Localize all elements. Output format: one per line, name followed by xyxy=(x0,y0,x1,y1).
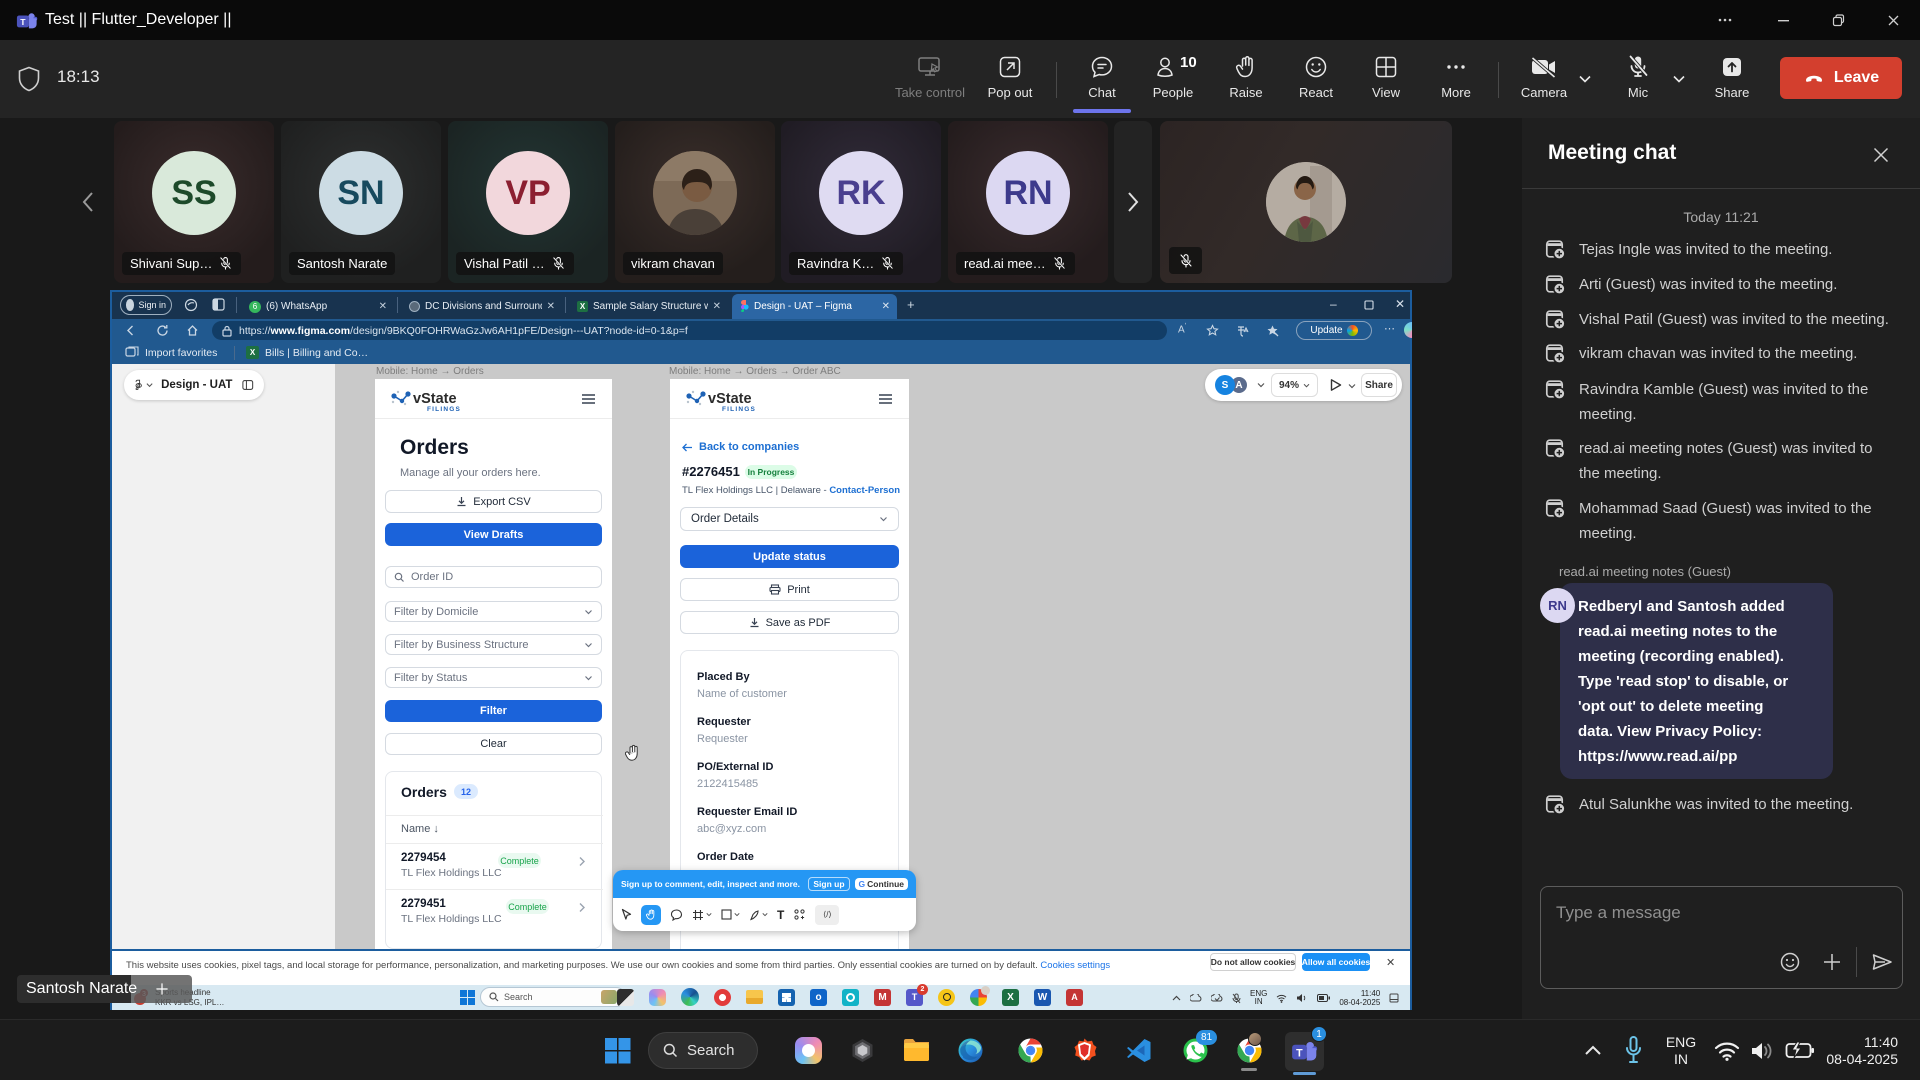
svg-text:FILINGS: FILINGS xyxy=(722,406,756,413)
svg-text:T: T xyxy=(1296,1048,1303,1060)
svg-text:FILINGS: FILINGS xyxy=(427,406,461,413)
svg-text:T: T xyxy=(20,17,26,27)
svg-text:vState: vState xyxy=(413,391,457,407)
svg-text:vState: vState xyxy=(708,391,752,407)
